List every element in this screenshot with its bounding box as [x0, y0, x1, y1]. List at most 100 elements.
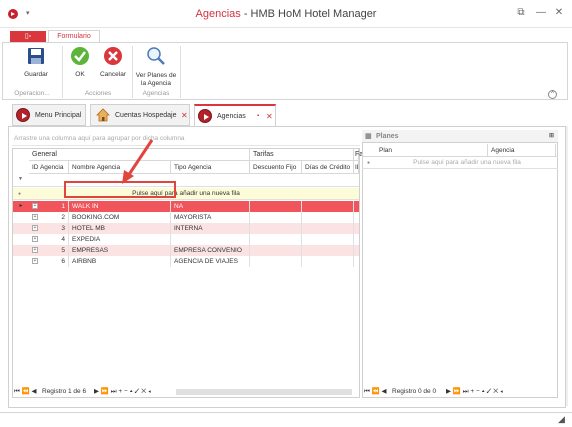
cell-descuento[interactable] [250, 201, 302, 212]
pin-panel-icon[interactable]: ⊞ [549, 130, 554, 143]
vertical-scrollbar[interactable] [566, 126, 568, 406]
cell-tipo[interactable]: AGENCIA DE VIAJES [171, 256, 250, 267]
group-by-panel[interactable]: Arrastre una columna aquí para agrupar p… [12, 132, 360, 146]
pin-tab-icon[interactable]: ▪ [257, 113, 259, 119]
ok-label: OK [75, 71, 85, 78]
cancel-icon [104, 47, 122, 65]
close-tab-icon[interactable]: ✕ [266, 112, 273, 121]
cancelar-label: Cancelar [99, 71, 126, 78]
save-icon [28, 48, 44, 64]
tab-menu-principal[interactable]: Menu Principal [12, 104, 86, 126]
cell-dias[interactable] [302, 212, 354, 223]
group-separator [62, 46, 63, 98]
group-label-agencias: Agencias [142, 90, 170, 97]
table-row[interactable]: + 2 BOOKING.COM MAYORISTA [13, 212, 359, 223]
cell-dias[interactable] [302, 245, 354, 256]
tab-label: Menu Principal [35, 112, 82, 119]
table-row[interactable]: + 3 HOTEL MB INTERNA [13, 223, 359, 234]
cell-nombre[interactable]: BOOKING.COM [69, 212, 171, 223]
nav-next-last-edit-buttons[interactable]: ▶ ⏩ ⏭ + − ▴ ✓ ✕ ◂ [94, 386, 151, 398]
cell-id[interactable]: 4 [29, 234, 69, 245]
cell-nombre[interactable]: HOTEL MB [69, 223, 171, 234]
planes-panel [362, 130, 558, 398]
group-separator [132, 46, 133, 98]
window-title-rest: - HMB HoM Hotel Manager [240, 8, 377, 20]
cell-id[interactable]: 6 [29, 256, 69, 267]
cell-dias[interactable] [302, 223, 354, 234]
cell-tipo[interactable]: NA [171, 201, 250, 212]
panel-icon: ▦ [365, 133, 372, 140]
col-id-agencia[interactable]: ID Agencia [29, 161, 69, 174]
table-row[interactable]: + 6 AIRBNB AGENCIA DE VIAJES [13, 256, 359, 267]
col-tipo-agencia[interactable]: Tipo Agencia [171, 161, 250, 174]
cell-id[interactable]: 1 [29, 201, 69, 212]
new-row-text: Pulse aquí para añadir una nueva fila [413, 159, 521, 166]
filter-icon: ▼ [18, 176, 23, 182]
cell-dias[interactable] [302, 234, 354, 245]
resize-grip-icon[interactable]: ◢ [558, 414, 565, 425]
band-fa[interactable]: Fa [354, 149, 363, 161]
tab-agencias[interactable]: Agencias ▪ ✕ [194, 104, 276, 126]
cell-descuento[interactable] [250, 245, 302, 256]
table-row[interactable]: ▸ + 1 WALK IN NA [13, 201, 359, 212]
tab-cuentas-hospedaje[interactable]: Cuentas Hospedaje ✕ [90, 104, 190, 126]
cell-descuento[interactable] [250, 234, 302, 245]
col-dias-credito[interactable]: Días de Crédito [302, 161, 354, 174]
nav-first-prev-buttons[interactable]: ⏮ ⏪ ◀ [14, 386, 37, 398]
nav-first-prev-buttons[interactable]: ⏮ ⏪ ◀ [364, 386, 387, 398]
cell-id[interactable]: 3 [29, 223, 69, 234]
cell-id[interactable]: 5 [29, 245, 69, 256]
guardar-button[interactable]: Guardar [16, 46, 56, 78]
tab-label: Cuentas Hospedaje [115, 112, 177, 119]
minimize-icon[interactable]: — [535, 7, 547, 19]
cell-id[interactable]: 2 [29, 212, 69, 223]
col-agencia[interactable]: Agencia [488, 144, 556, 157]
row-indicator-icon: ▸ [19, 203, 23, 209]
window-title: Agencias - HMB HoM Hotel Manager [0, 8, 572, 20]
cell-descuento[interactable] [250, 212, 302, 223]
cell-tipo[interactable]: INTERNA [171, 223, 250, 234]
planes-panel-title: ▦ Planes ⊞ [362, 130, 558, 143]
table-row[interactable]: + 5 EMPRESAS EMPRESA CONVENIO [13, 245, 359, 256]
band-tarifas[interactable]: Tarifas [250, 149, 354, 161]
menu-principal-icon [16, 108, 30, 122]
nav-next-last-edit-buttons[interactable]: ▶ ⏩ ⏭ + − ▴ ✓ ✕ ◂ [446, 386, 503, 398]
ver-planes-button[interactable]: Ver Planes de la Agencia [134, 46, 178, 88]
group-separator [180, 46, 181, 98]
guardar-label: Guardar [24, 71, 48, 78]
planes-header-row: Plan Agencia [362, 144, 558, 157]
cell-descuento[interactable] [250, 223, 302, 234]
collapse-ribbon-icon[interactable]: ^ [548, 90, 557, 99]
close-tab-icon[interactable]: ✕ [181, 111, 188, 120]
planes-record-count: Registro 0 de 0 [392, 388, 437, 395]
magnifier-icon [147, 47, 165, 65]
planes-new-item-row[interactable]: ● Pulse aquí para añadir una nueva fila [362, 157, 558, 169]
cell-nombre[interactable]: EXPEDIA [69, 234, 171, 245]
group-label-operacion: Operacion... [14, 90, 50, 97]
house-icon [96, 108, 110, 122]
cell-dias[interactable] [302, 201, 354, 212]
tab-label: Agencias [217, 113, 246, 120]
table-row[interactable]: + 4 EXPEDIA [13, 234, 359, 245]
close-icon[interactable]: ✕ [553, 7, 565, 19]
grid-horizontal-scrollbar[interactable] [176, 389, 352, 395]
check-icon [71, 47, 89, 65]
cell-nombre[interactable]: EMPRESAS [69, 245, 171, 256]
col-descuento-fijo[interactable]: Descuento Fijo [250, 161, 302, 174]
ok-button[interactable]: OK [66, 46, 94, 78]
cell-tipo[interactable] [171, 234, 250, 245]
new-row-icon: ● [367, 160, 371, 166]
status-bar [0, 412, 572, 427]
restore-icon[interactable]: ⧉ [515, 7, 527, 19]
cell-tipo[interactable]: EMPRESA CONVENIO [171, 245, 250, 256]
cell-dias[interactable] [302, 256, 354, 267]
cell-tipo[interactable]: MAYORISTA [171, 212, 250, 223]
col-id[interactable]: ID [354, 161, 359, 174]
planes-navigator[interactable]: ⏮ ⏪ ◀ Registro 0 de 0 ▶ ⏩ ⏭ + − ▴ ✓ ✕ ◂ [362, 386, 558, 398]
group-label-acciones: Acciones [84, 90, 112, 97]
cell-nombre[interactable]: AIRBNB [69, 256, 171, 267]
cancelar-button[interactable]: Cancelar [96, 46, 130, 78]
col-plan[interactable]: Plan [376, 144, 488, 157]
cell-nombre[interactable]: WALK IN [69, 201, 171, 212]
cell-descuento[interactable] [250, 256, 302, 267]
